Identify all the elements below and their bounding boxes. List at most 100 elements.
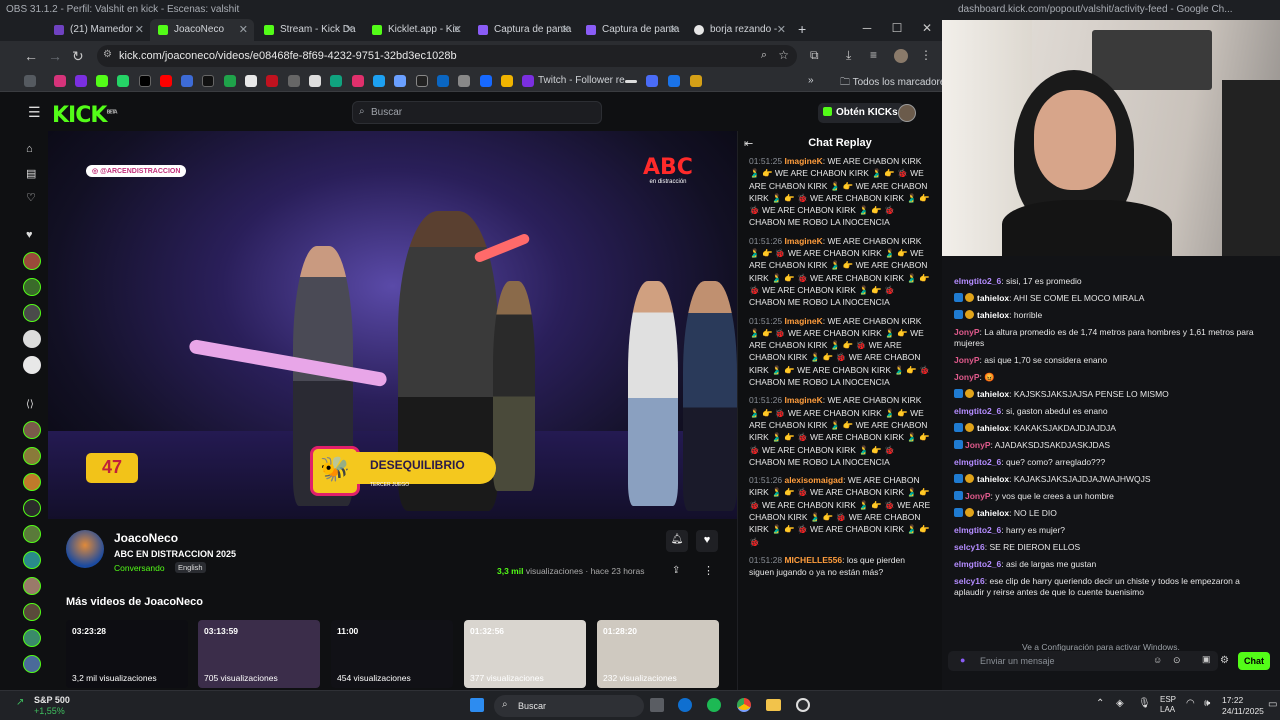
instagram-icon[interactable] <box>54 75 66 87</box>
feed-username[interactable]: elmgtito2_6 <box>954 276 1001 286</box>
category-link[interactable]: Conversando <box>114 563 165 573</box>
follow-button[interactable]: ♥ <box>696 530 718 552</box>
file-explorer-icon[interactable] <box>766 699 781 711</box>
tab-captura-1[interactable]: Captura de panta ✕ <box>470 19 576 41</box>
tab-captura-2[interactable]: Captura de panta ✕ <box>578 19 684 41</box>
following-icon[interactable]: ♡ <box>26 191 36 204</box>
drive-icon[interactable] <box>224 75 236 87</box>
menu-icon[interactable]: ⋮ <box>920 48 932 62</box>
feed-username[interactable]: selcy16 <box>954 542 985 552</box>
followed-channel-avatar[interactable] <box>23 278 41 296</box>
channel-name[interactable]: JoacoNeco <box>114 531 178 545</box>
chat-username[interactable]: alexisomaigad <box>784 475 843 485</box>
bookmark-icon[interactable] <box>394 75 406 87</box>
feed-username[interactable]: elmgtito2_6 <box>954 406 1001 416</box>
feed-username[interactable]: selcy16 <box>954 576 985 586</box>
close-icon[interactable]: ✕ <box>561 23 570 36</box>
close-icon[interactable]: ✕ <box>669 23 678 36</box>
close-icon[interactable]: ✕ <box>239 23 248 36</box>
chat-username[interactable]: ImagineK <box>784 236 822 246</box>
edge-icon[interactable] <box>678 698 692 712</box>
heart-icon[interactable]: ♥ <box>26 229 33 241</box>
followed-channel-avatar[interactable] <box>23 304 41 322</box>
tray-app-icon[interactable]: ◈ <box>1116 698 1124 709</box>
url-input[interactable]: ⚙ kick.com/joaconeco/videos/e08468fe-8f6… <box>97 45 797 67</box>
followed-channel-avatar[interactable] <box>23 252 41 270</box>
close-icon[interactable]: ✕ <box>777 23 786 36</box>
chat-username[interactable]: ImagineK <box>784 316 822 326</box>
chat-username[interactable]: MICHELLE556 <box>784 555 842 565</box>
recommended-channel-avatar[interactable] <box>23 629 41 647</box>
feed-username[interactable]: JonyP <box>954 355 980 365</box>
task-view-icon[interactable] <box>650 698 664 712</box>
keyboard-language[interactable]: ESP <box>1160 695 1176 704</box>
message-input[interactable]: ● Enviar un mensaje ☺ ⊙ ▣ <box>948 651 1218 671</box>
feed-username[interactable]: elmgtito2_6 <box>954 525 1001 535</box>
bookmark-icon[interactable] <box>625 80 637 83</box>
chat-send-button[interactable]: Chat <box>1238 652 1270 670</box>
forward-icon[interactable]: → <box>48 48 62 64</box>
recommended-channel-avatar[interactable] <box>23 525 41 543</box>
wifi-icon[interactable]: ◠ <box>1186 698 1195 709</box>
feed-username[interactable]: elmgtito2_6 <box>954 457 1001 467</box>
profile-avatar[interactable] <box>894 49 908 63</box>
x-icon[interactable] <box>139 75 151 87</box>
windows-start-icon[interactable] <box>470 698 484 712</box>
back-icon[interactable]: ← <box>24 48 38 64</box>
user-avatar[interactable] <box>898 104 916 122</box>
feed-username[interactable]: JonyP <box>954 372 980 382</box>
recommended-channel-avatar[interactable] <box>23 499 41 517</box>
followed-channel-avatar[interactable] <box>23 330 41 348</box>
tab-stream-kick[interactable]: Stream - Kick Da ✕ <box>256 19 360 41</box>
chat-username[interactable]: ImagineK <box>784 156 822 166</box>
tray-chevron-icon[interactable]: ⌃ <box>1096 698 1104 709</box>
maximize-button[interactable]: ☐ <box>882 17 912 35</box>
linkedin-icon[interactable] <box>437 75 449 87</box>
reload-icon[interactable]: ↻ <box>72 48 84 65</box>
followed-channel-avatar[interactable] <box>23 356 41 374</box>
recommended-channel-avatar[interactable] <box>23 655 41 673</box>
feed-username[interactable]: JonyP <box>954 327 980 337</box>
youtube-icon[interactable] <box>160 75 172 87</box>
feed-username[interactable]: tahielox <box>977 474 1009 484</box>
extensions-icon[interactable]: ⧉ <box>810 48 819 63</box>
close-icon[interactable]: ✕ <box>345 23 354 36</box>
home-icon[interactable]: ⌂ <box>26 143 33 155</box>
tiktok-icon[interactable] <box>202 75 214 87</box>
collapse-chat-icon[interactable]: ⇤ <box>744 137 753 150</box>
bookmark-icon[interactable] <box>181 75 193 87</box>
feed-username[interactable]: JonyP <box>965 440 991 450</box>
clock-time[interactable]: 17:22 <box>1222 695 1243 705</box>
emote-icon[interactable]: ☺ <box>1153 655 1162 665</box>
recommended-channel-avatar[interactable] <box>23 577 41 595</box>
spotify-icon[interactable] <box>707 698 721 712</box>
recommended-channel-avatar[interactable] <box>23 551 41 569</box>
new-tab-button[interactable]: + <box>790 19 814 41</box>
close-icon[interactable]: ✕ <box>453 23 462 36</box>
twitch-icon[interactable] <box>75 75 87 87</box>
hamburger-icon[interactable]: ☰ <box>28 104 41 121</box>
video-player[interactable]: ◎ @ARCENDISTRACCION ABC en distracción 4… <box>48 131 737 519</box>
video-thumbnail[interactable]: 01:32:56 377 visualizaciones <box>464 620 586 688</box>
bookmark-twitch-follower[interactable]: Twitch - Follower re... <box>538 75 633 86</box>
activity-feed[interactable]: elmgtito2_6: sisi, 17 es promedio tahielo… <box>942 262 1280 642</box>
bookmark-icon[interactable] <box>458 75 470 87</box>
obs-icon[interactable] <box>796 698 810 712</box>
tab-mamedor[interactable]: (21) Mamedor ✕ <box>46 19 150 41</box>
apps-icon[interactable] <box>24 75 36 87</box>
chatgpt-icon[interactable] <box>330 75 342 87</box>
more-options-icon[interactable]: ⋮ <box>703 564 714 577</box>
pinterest-icon[interactable] <box>266 75 278 87</box>
instagram-icon[interactable] <box>352 75 364 87</box>
notification-bell-button[interactable]: 🔔︎ <box>666 530 688 552</box>
feed-username[interactable]: tahielox <box>977 389 1009 399</box>
video-thumbnail[interactable]: 03:13:59 705 visualizaciones <box>198 620 320 688</box>
collapse-icon[interactable]: ⟨⟩ <box>26 399 34 410</box>
media-icon[interactable]: ≡ <box>870 48 877 62</box>
recommended-channel-avatar[interactable] <box>23 421 41 439</box>
chat-message-list[interactable]: 01:51:25 ImagineK: WE ARE CHABON KIRK 🫃 … <box>738 155 942 579</box>
download-icon[interactable]: ⤓ <box>846 48 851 63</box>
volume-icon[interactable]: 🕪︎ <box>1204 698 1210 709</box>
taskbar-search[interactable]: ⌕ Buscar <box>494 695 644 717</box>
bookmark-icon[interactable] <box>690 75 702 87</box>
